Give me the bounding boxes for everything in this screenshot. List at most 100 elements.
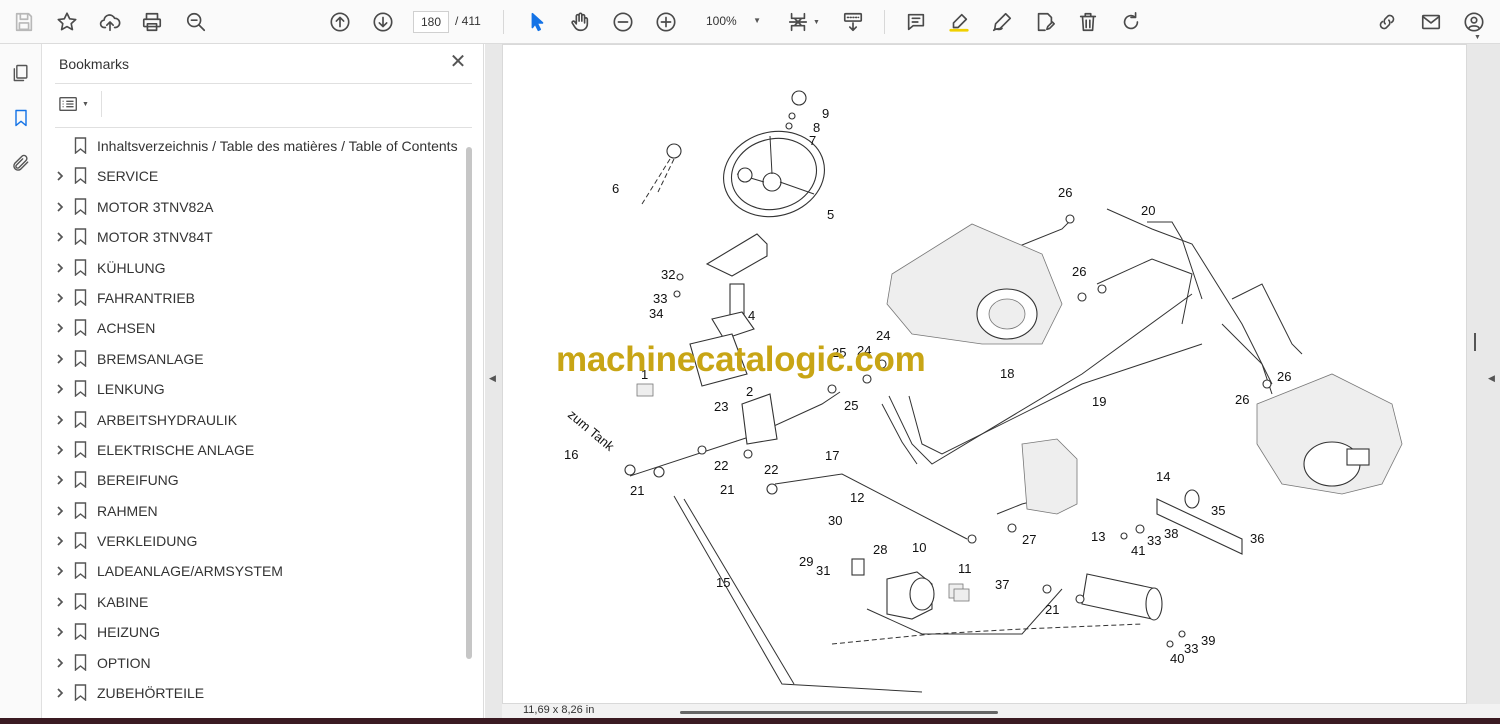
chevron-down-icon[interactable]: ▼ <box>813 19 820 26</box>
bookmark-item[interactable]: MOTOR 3TNV84T <box>43 222 473 252</box>
chevron-right-icon[interactable] <box>54 261 68 275</box>
part-label: 30 <box>828 513 842 528</box>
hydraulic-block <box>1021 438 1078 515</box>
page-thumbnails-icon[interactable] <box>8 60 34 86</box>
print-icon[interactable] <box>137 7 167 37</box>
chevron-right-icon[interactable] <box>54 291 68 305</box>
chevron-right-icon[interactable] <box>54 200 68 214</box>
part-label: 28 <box>873 542 887 557</box>
document-vertical-scrollbar[interactable] <box>1469 44 1483 704</box>
chevron-right-icon[interactable] <box>54 352 68 366</box>
bookmark-item[interactable]: BREMSANLAGE <box>43 344 473 374</box>
bookmark-item[interactable]: ZUBEHÖRTEILE <box>43 678 473 708</box>
bookmark-item[interactable]: FAHRANTRIEB <box>43 283 473 313</box>
bookmark-item[interactable]: ACHSEN <box>43 313 473 343</box>
part-label: 36 <box>1250 531 1264 546</box>
chevron-right-icon[interactable] <box>54 504 68 518</box>
divider <box>55 127 472 128</box>
edit-document-icon[interactable] <box>1030 7 1060 37</box>
bookmark-label: BREMSANLAGE <box>97 350 204 367</box>
redo-icon[interactable] <box>1116 7 1146 37</box>
chevron-right-icon[interactable] <box>54 169 68 183</box>
bookmark-label: FAHRANTRIEB <box>97 289 196 306</box>
bookmark-label: MOTOR 3TNV84T <box>97 229 213 246</box>
part-label: 26 <box>1072 264 1086 279</box>
chevron-right-icon[interactable] <box>54 534 68 548</box>
bookmark-item[interactable]: BEREIFUNG <box>43 465 473 495</box>
chevron-right-icon[interactable] <box>54 686 68 700</box>
bookmark-icon <box>74 228 88 246</box>
bookmarks-panel-title: Bookmarks <box>59 56 130 72</box>
bookmark-item[interactable]: Inhaltsverzeichnis / Table des matières … <box>43 131 473 161</box>
bookmark-item[interactable]: SERVICE <box>43 161 473 191</box>
keyboard-scroll-icon[interactable] <box>838 7 868 37</box>
previous-page-icon[interactable] <box>325 7 355 37</box>
attachment-icon[interactable] <box>8 150 34 176</box>
bookmark-item[interactable]: LADEANLAGE/ARMSYSTEM <box>43 556 473 586</box>
chevron-right-icon[interactable] <box>54 382 68 396</box>
collapse-right-icon[interactable]: ◀ <box>1488 373 1495 384</box>
mail-icon[interactable] <box>1416 7 1446 37</box>
star-icon[interactable] <box>52 7 82 37</box>
document-scroll-thumb[interactable] <box>1474 333 1476 351</box>
hand-tool-icon[interactable] <box>565 7 595 37</box>
bookmark-item[interactable]: KABINE <box>43 587 473 617</box>
next-page-icon[interactable] <box>368 7 398 37</box>
divider <box>101 91 102 117</box>
part-label: 26 <box>1058 185 1072 200</box>
chevron-right-icon[interactable] <box>54 625 68 639</box>
draw-pen-icon[interactable] <box>987 7 1017 37</box>
zoom-in-icon[interactable] <box>651 7 681 37</box>
bookmark-item[interactable]: ELEKTRISCHE ANLAGE <box>43 435 473 465</box>
chevron-down-icon[interactable]: ▼ <box>1474 34 1481 41</box>
part-label: 15 <box>716 575 730 590</box>
chevron-right-icon[interactable] <box>54 321 68 335</box>
chevron-right-icon[interactable] <box>54 595 68 609</box>
horizontal-scrollbar-thumb[interactable] <box>680 711 998 714</box>
part-label: 11 <box>958 561 972 576</box>
bookmark-label: ACHSEN <box>97 320 156 337</box>
bookmark-item[interactable]: ARBEITSHYDRAULIK <box>43 405 473 435</box>
chevron-right-icon[interactable] <box>54 413 68 427</box>
bookmark-item[interactable]: HEIZUNG <box>43 617 473 647</box>
bookmark-icon <box>74 501 88 520</box>
part-label: 41 <box>1131 543 1145 558</box>
collapse-left-icon[interactable]: ◀ <box>489 373 496 384</box>
select-cursor-icon[interactable] <box>522 7 552 37</box>
bookmark-scrollbar-thumb[interactable] <box>466 147 472 659</box>
chevron-right-icon[interactable] <box>54 443 68 457</box>
account-help-icon[interactable] <box>1459 7 1489 37</box>
bookmark-item[interactable]: KÜHLUNG <box>43 253 473 283</box>
bookmark-icon[interactable] <box>8 105 34 131</box>
part-label: 25 <box>844 398 858 413</box>
toolbar-divider <box>884 10 885 34</box>
sign-link-icon[interactable] <box>1372 7 1402 37</box>
page-number-input[interactable]: 180 <box>413 11 449 33</box>
zoom-level-select[interactable]: 100% ▼ <box>697 11 767 33</box>
save-icon[interactable] <box>9 7 39 37</box>
chevron-right-icon[interactable] <box>54 230 68 244</box>
bookmark-item[interactable]: LENKUNG <box>43 374 473 404</box>
part-label: 21 <box>720 482 734 497</box>
chevron-right-icon[interactable] <box>54 564 68 578</box>
upload-cloud-icon[interactable] <box>95 7 125 37</box>
zoom-out-icon[interactable] <box>608 7 638 37</box>
bookmark-item[interactable]: OPTION <box>43 648 473 678</box>
zoom-search-icon[interactable] <box>181 7 211 37</box>
bookmark-item[interactable]: RAHMEN <box>43 496 473 526</box>
close-icon[interactable]: ✕ <box>447 52 469 74</box>
bookmark-icon <box>74 471 88 489</box>
bookmark-item[interactable]: VERKLEIDUNG <box>43 526 473 556</box>
chevron-right-icon[interactable] <box>54 473 68 487</box>
bookmark-options-button[interactable]: ▼ <box>59 94 95 114</box>
part-label: 19 <box>1092 394 1106 409</box>
trash-icon[interactable] <box>1073 7 1103 37</box>
chevron-right-icon[interactable] <box>54 656 68 670</box>
highlight-pen-icon[interactable] <box>944 7 974 37</box>
bookmark-label: Inhaltsverzeichnis / Table des matières … <box>97 138 458 154</box>
bookmark-item[interactable]: MOTOR 3TNV82A <box>43 192 473 222</box>
page-fit-icon[interactable] <box>783 7 813 37</box>
page-total: / 411 <box>455 14 481 28</box>
comment-icon[interactable] <box>901 7 931 37</box>
part-label: 17 <box>825 448 839 463</box>
